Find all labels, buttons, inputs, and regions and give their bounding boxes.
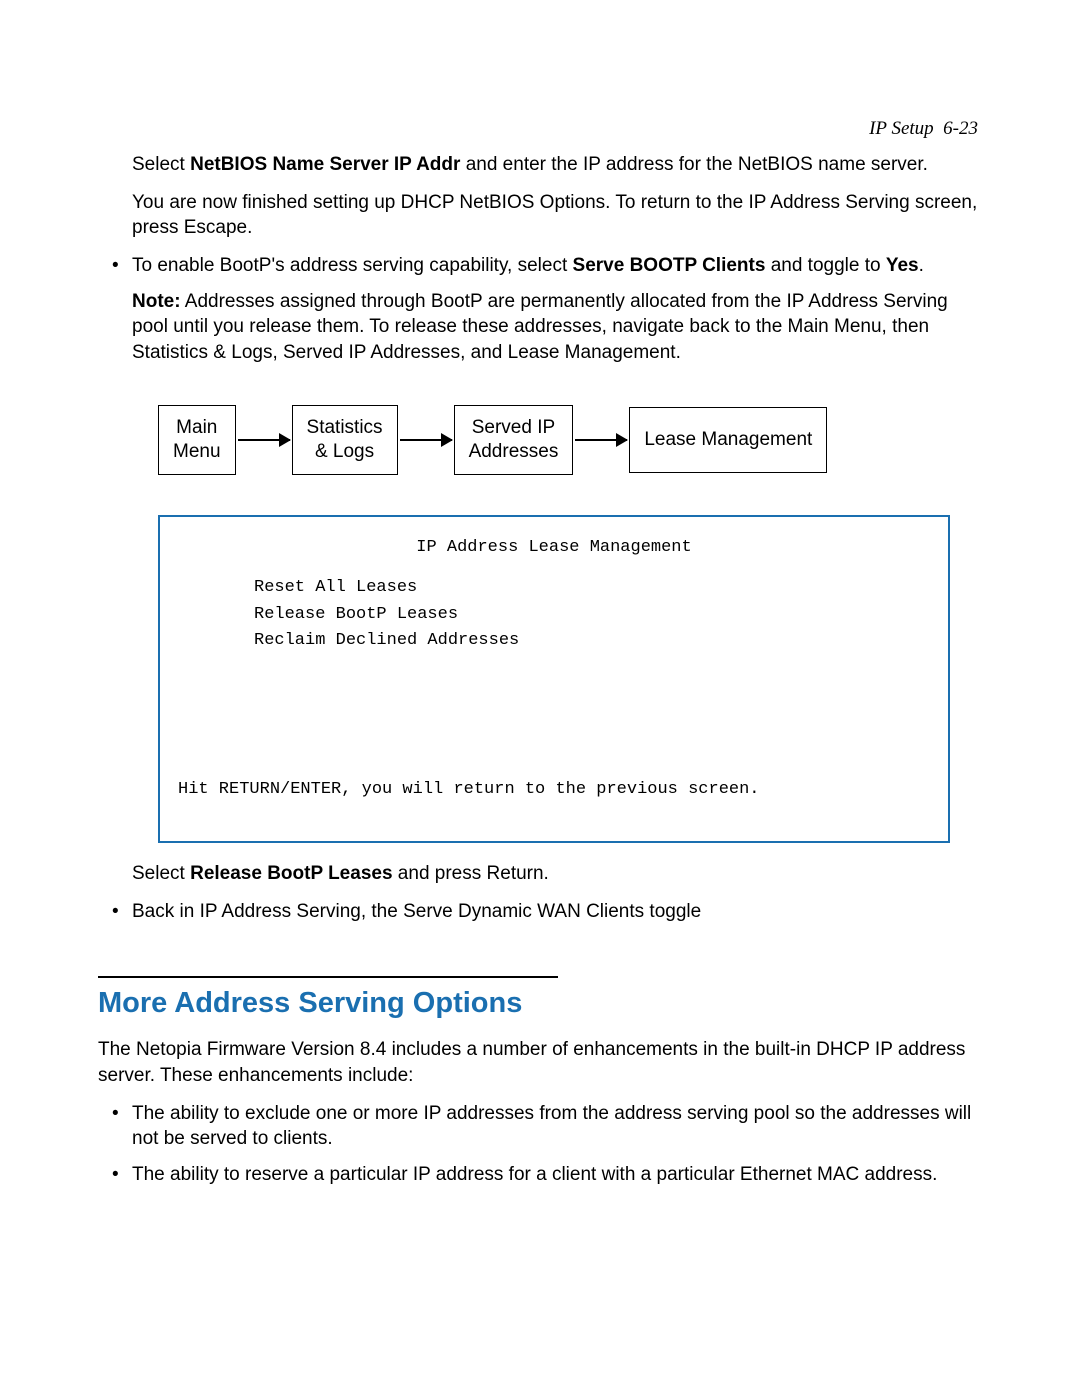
terminal-title: IP Address Lease Management — [178, 535, 930, 561]
arrow-right-icon — [575, 439, 627, 441]
terminal-screen: IP Address Lease Management Reset All Le… — [158, 515, 950, 843]
header-page: 6-23 — [943, 118, 978, 139]
header-section: IP Setup — [869, 118, 934, 139]
section-rule — [98, 976, 558, 978]
bold-term: Release BootP Leases — [190, 863, 392, 884]
flow-box-lease-management: Lease Management — [629, 407, 827, 473]
arrow-right-icon — [400, 439, 452, 441]
flow-box-main-menu: Main Menu — [158, 405, 236, 475]
section-heading: More Address Serving Options — [98, 984, 982, 1023]
bold-term: Yes — [886, 255, 919, 276]
bullet-glyph: • — [98, 899, 132, 925]
note-paragraph: Note: Addresses assigned through BootP a… — [132, 289, 982, 366]
paragraph: Select Release BootP Leases and press Re… — [132, 861, 982, 887]
paragraph: The Netopia Firmware Version 8.4 include… — [98, 1037, 982, 1088]
bullet-item: • Back in IP Address Serving, the Serve … — [98, 899, 982, 925]
bullet-item: • The ability to exclude one or more IP … — [98, 1101, 982, 1152]
bold-term: NetBIOS Name Server IP Addr — [190, 154, 460, 175]
terminal-menu-item: Release BootP Leases — [254, 602, 930, 628]
bullet-glyph: • — [98, 253, 132, 279]
bullet-item: • The ability to reserve a particular IP… — [98, 1162, 982, 1188]
terminal-menu-item: Reclaim Declined Addresses — [254, 628, 930, 654]
note-label: Note: — [132, 291, 181, 312]
bullet-glyph: • — [98, 1101, 132, 1127]
bullet-item: • To enable BootP's address serving capa… — [98, 253, 982, 279]
terminal-footer: Hit RETURN/ENTER, you will return to the… — [178, 777, 760, 803]
paragraph: Select NetBIOS Name Server IP Addr and e… — [132, 152, 982, 178]
terminal-menu-item: Reset All Leases — [254, 575, 930, 601]
bold-term: Serve BOOTP Clients — [573, 255, 766, 276]
flow-box-statistics-logs: Statistics & Logs — [292, 405, 398, 475]
flow-box-served-ip: Served IP Addresses — [454, 405, 574, 475]
arrow-right-icon — [238, 439, 290, 441]
bullet-glyph: • — [98, 1162, 132, 1188]
page-header: IP Setup 6-23 — [98, 118, 982, 140]
paragraph: You are now finished setting up DHCP Net… — [132, 190, 982, 241]
navigation-flowchart: Main Menu Statistics & Logs Served IP Ad… — [158, 405, 982, 475]
